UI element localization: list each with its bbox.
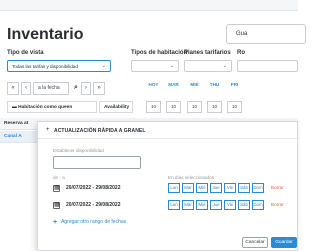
- room-types-label: Tipos de habitación: [131, 50, 188, 56]
- weekday-toggle-thu[interactable]: Jue: [210, 200, 222, 210]
- availability-cell[interactable]: 10: [146, 101, 161, 113]
- availability-cell[interactable]: 10: [187, 101, 202, 113]
- extra-filter-label: Ro: [237, 50, 245, 56]
- day-header: FRI: [226, 82, 243, 88]
- delete-range-link[interactable]: Borrar: [271, 202, 284, 207]
- divider: [38, 138, 299, 139]
- date-range-row: ▦ 20/07/2022 - 29/08/2022: [53, 184, 153, 194]
- day-name: HOY: [148, 82, 159, 87]
- selected-days-label: En días seleccionados: [168, 175, 214, 180]
- add-date-range-link[interactable]: + Agregar otro rango de fechas: [53, 219, 126, 226]
- rate-plans-label: Planes tarifarios: [184, 50, 231, 56]
- room-types-select[interactable]: ⌄: [131, 60, 179, 72]
- weekday-toggle-sun[interactable]: Dom: [252, 200, 264, 210]
- rate-plans-select[interactable]: ⌄: [184, 60, 232, 72]
- extra-filter-select[interactable]: [237, 60, 298, 72]
- availability-header: Availability: [99, 101, 133, 113]
- first-page-button[interactable]: «: [7, 82, 19, 95]
- day-name: THU: [209, 82, 220, 87]
- availability-cell[interactable]: 10: [207, 101, 222, 113]
- plus-icon: +: [53, 219, 58, 226]
- view-type-value: Todas las tarifas y disponibilidad: [12, 64, 78, 69]
- modal-title: ACTUALIZACIÓN RÁPIDA A GRANEL: [54, 128, 146, 134]
- weekday-toggle-sat[interactable]: Sáb: [238, 200, 250, 210]
- day-name: MIÉ: [190, 82, 199, 87]
- weekday-toggle-thu[interactable]: Jue: [210, 183, 222, 193]
- day-name: MAR: [168, 82, 179, 87]
- chevron-down-icon: ⌄: [222, 63, 227, 69]
- next-page-button[interactable]: ›: [81, 82, 91, 95]
- date-range-value[interactable]: 20/07/2022 - 29/08/2022: [66, 185, 121, 191]
- view-type-select[interactable]: Todas las tarifas y disponibilidad ⌄: [7, 60, 111, 72]
- availability-input[interactable]: [53, 156, 141, 169]
- last-page-button[interactable]: »: [93, 82, 105, 95]
- calendar-icon[interactable]: ⌕: [71, 82, 81, 95]
- save-button[interactable]: Guardar: [271, 237, 297, 248]
- weekday-toggle-wed[interactable]: Mié: [196, 183, 208, 193]
- availability-cell[interactable]: 10: [166, 101, 181, 113]
- date-range-label: de - a: [53, 175, 65, 180]
- weekday-toggle-mon[interactable]: Lun: [168, 183, 180, 193]
- set-availability-label: Establecer disponibilidad: [53, 148, 104, 153]
- date-picker-label: a la fecha: [38, 85, 60, 91]
- availability-cell[interactable]: 10: [227, 101, 242, 113]
- room-header-label: Habitación como queen: [18, 105, 73, 110]
- add-range-label: Agregar otro rango de fechas: [61, 219, 127, 225]
- day-header: THU: [206, 82, 223, 88]
- weekday-toggle-sun[interactable]: Dom: [252, 183, 264, 193]
- weekday-toggle-fri[interactable]: Vie: [224, 200, 236, 210]
- weekday-toggle-fri[interactable]: Vie: [224, 183, 236, 193]
- prev-page-button[interactable]: ‹: [21, 82, 31, 95]
- calendar-icon[interactable]: ▦: [53, 185, 60, 192]
- save-top-button[interactable]: Gua: [226, 24, 306, 44]
- date-range-value[interactable]: 20/07/2022 - 29/08/2022: [66, 202, 121, 208]
- day-header: MIÉ: [186, 82, 203, 88]
- date-picker[interactable]: a la fecha: [33, 82, 69, 95]
- room-column-header: ▬ Habitación como queen: [7, 101, 97, 113]
- bulk-update-modal: + ACTUALIZACIÓN RÁPIDA A GRANEL Establec…: [37, 121, 299, 251]
- plus-icon: +: [46, 127, 50, 133]
- chevron-down-icon: ⌄: [101, 63, 106, 69]
- day-name: FRI: [230, 82, 239, 87]
- calendar-icon[interactable]: ▦: [53, 202, 60, 209]
- view-type-label: Tipo de vista: [7, 50, 44, 56]
- page-title: Inventario: [7, 26, 84, 43]
- weekday-toggle-mon[interactable]: Lun: [168, 200, 180, 210]
- day-header: MAR: [165, 82, 182, 88]
- date-range-row: ▦ 20/07/2022 - 29/08/2022: [53, 201, 153, 211]
- cancel-button[interactable]: Cancelar: [242, 237, 268, 248]
- weekday-toggle-wed[interactable]: Mié: [196, 200, 208, 210]
- delete-range-link[interactable]: Borrar: [271, 185, 284, 190]
- chevron-down-icon: ⌄: [169, 63, 174, 69]
- weekday-toggle-sat[interactable]: Sáb: [238, 183, 250, 193]
- weekday-toggle-tue[interactable]: Mar: [182, 200, 194, 210]
- weekday-toggle-tue[interactable]: Mar: [182, 183, 194, 193]
- day-header: HOY: [145, 82, 162, 88]
